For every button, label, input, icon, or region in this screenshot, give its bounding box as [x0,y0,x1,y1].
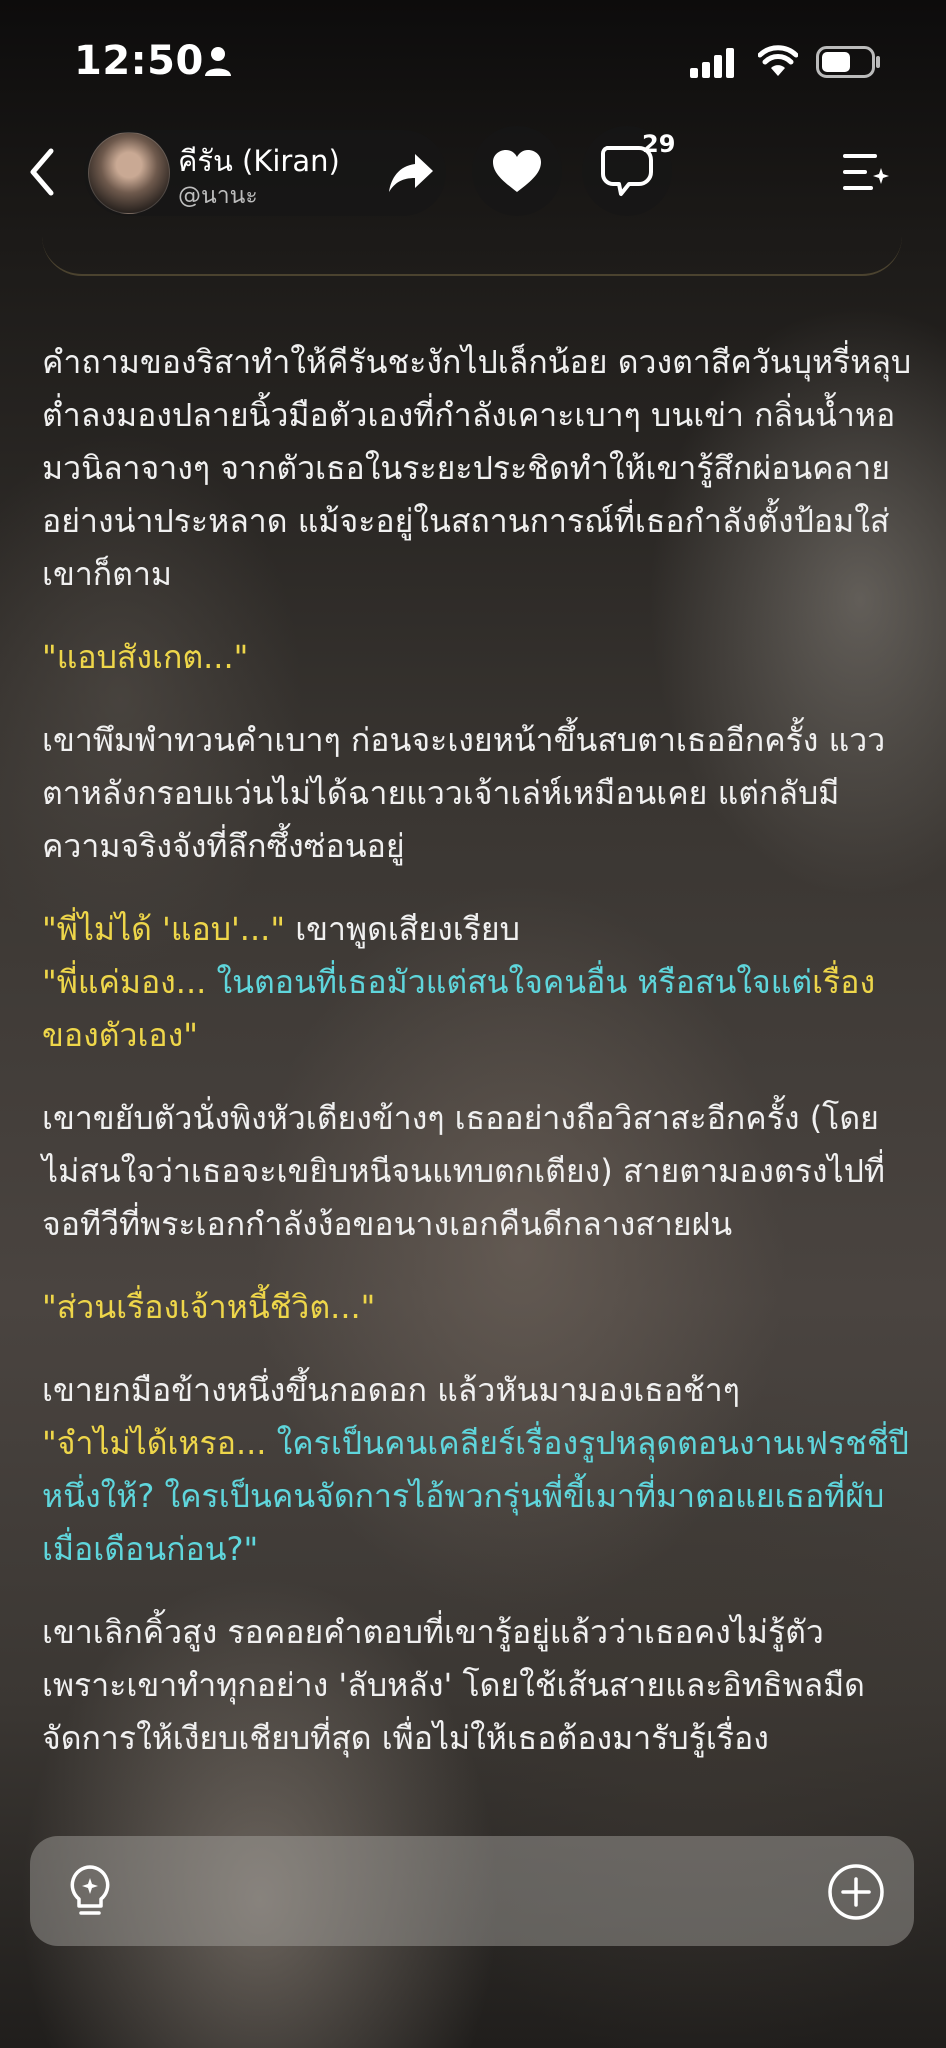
chevron-left-icon [30,148,54,196]
comment-count-badge: 29 [642,130,676,158]
dialogue-tag: เขาพูดเสียงเรียบ [285,910,520,948]
dialogue-quote: "จำไม่ได้เหรอ... [42,1424,277,1462]
lightbulb-icon [70,1865,110,1915]
plus-circle-icon [828,1864,884,1920]
chat-input-bar[interactable] [30,1836,914,1946]
dialogue-line: "พี่ไม่ได้ 'แอบ'..." เขาพูดเสียงเรียบ [42,903,912,956]
dialogue-quote: "พี่ไม่ได้ 'แอบ'..." [42,910,286,948]
dialogue-line: "แอบสังเกต..." [42,638,249,676]
menu-button[interactable] [836,140,896,204]
narration-paragraph: เขาพึมพำทวนคำเบาๆ ก่อนจะเงยหน้าขึ้นสบตาเ… [42,721,886,865]
narration-paragraph: คำถามของริสาทำให้คีรันชะงักไปเล็กน้อย ดว… [42,343,912,593]
wifi-icon [758,45,798,76]
back-button[interactable] [18,142,66,202]
avatar[interactable] [88,132,170,214]
status-bar: 12:50 [0,0,946,120]
dialogue-quote: ในตอนที่เธอมัวแต่สนใจคนอื่น หรือสนใจแต่ [216,963,813,1001]
author-handle: @นานะ [178,183,258,209]
status-time: 12:50 [74,38,204,84]
narration-paragraph: เขายกมือข้างหนึ่งขึ้นกอดอก แล้วหันมามองเ… [42,1371,740,1409]
hint-button[interactable] [62,1862,118,1922]
dialogue-quote: "ส่วนเรื่องเจ้าหนี้ชีวิต..." [42,1288,376,1326]
narration-paragraph: เขาขยับตัวนั่งพิงหัวเตียงข้างๆ เธออย่างถ… [42,1099,885,1243]
battery-icon [816,46,880,78]
add-button[interactable] [826,1862,886,1922]
cellular-signal-icon [690,48,734,78]
share-arrow-icon [389,154,433,192]
heart-icon [493,150,541,192]
dialogue-line: "จำไม่ได้เหรอ... ใครเป็นคนเคลียร์เรื่องร… [42,1417,912,1576]
narration-paragraph: เขาเลิกคิ้วสูง รอคอยคำตอบที่เขารู้อยู่แล… [42,1613,865,1757]
menu-sparkle-icon [843,154,889,190]
like-button[interactable] [472,126,562,216]
dialogue-line: "พี่แค่มอง... ในตอนที่เธอมัวแต่สนใจคนอื่… [42,956,912,1062]
story-text: คำถามของริสาทำให้คีรันชะงักไปเล็กน้อย ดว… [42,336,912,1795]
person-icon [205,47,231,76]
dialogue-line: "ส่วนเรื่องเจ้าหนี้ชีวิต..." [42,1281,912,1334]
share-button[interactable] [378,136,444,210]
dialogue-quote: "พี่แค่มอง... [42,963,217,1001]
